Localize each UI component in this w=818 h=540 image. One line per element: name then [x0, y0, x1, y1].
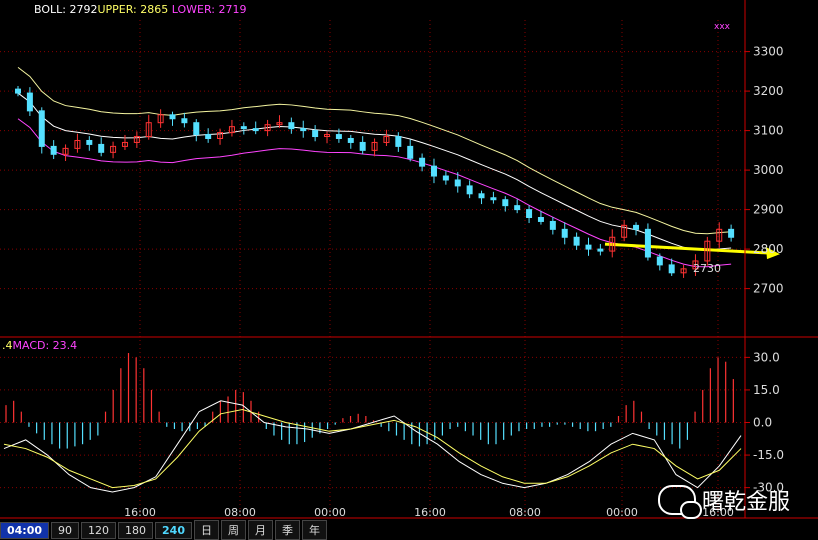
dif-line — [3, 400, 742, 493]
candle-body — [633, 224, 640, 230]
boll-value: BOLL: 2792 — [34, 3, 98, 16]
candle-body — [15, 88, 21, 94]
candle-body — [288, 122, 295, 130]
candle-body — [181, 118, 188, 124]
candle-body — [644, 228, 651, 258]
candle-body — [561, 228, 568, 238]
time-tick-label: 08:00 — [509, 506, 541, 519]
macd-panel — [3, 353, 742, 493]
candle-body — [430, 165, 437, 177]
macd-value: MACD: 23.4 — [12, 339, 78, 352]
candle-body — [335, 134, 342, 140]
tab-90[interactable]: 90 — [51, 521, 80, 539]
candle-body — [252, 128, 259, 132]
candle-body — [585, 244, 592, 250]
candle-body — [514, 205, 521, 211]
price-tick-label: 2800 — [753, 242, 784, 256]
tab-周[interactable]: 周 — [220, 520, 246, 540]
price-tick-label: 2900 — [753, 203, 784, 217]
candle-body — [573, 236, 580, 246]
candle-body — [597, 248, 604, 252]
candle-body — [205, 134, 212, 140]
price-tick-label: 3200 — [753, 84, 784, 98]
low-annotation: 2730 — [693, 262, 721, 275]
macd-tick-label: 30.0 — [753, 350, 780, 364]
candle-body — [442, 175, 449, 181]
candle-body — [193, 122, 200, 136]
wechat-icon — [657, 485, 702, 519]
time-tick-label: 00:00 — [314, 506, 346, 519]
watermark-text: 曙乾金服 — [701, 490, 790, 515]
macd-tick-label: -15.0 — [753, 448, 784, 462]
candle-body — [359, 141, 366, 151]
macd-legend: .4MACD: 23.4 — [2, 339, 77, 352]
candle-body — [347, 138, 354, 143]
candle-body — [300, 128, 307, 132]
candle-body — [728, 228, 735, 238]
candlesticks — [15, 85, 735, 278]
tab-季[interactable]: 季 — [274, 520, 300, 540]
candle-body — [478, 193, 485, 199]
candle-body — [50, 145, 57, 155]
price-tick-label: 3100 — [753, 124, 784, 138]
bollinger-bands — [17, 67, 780, 268]
candle-body — [419, 157, 426, 167]
candle-body — [86, 139, 93, 145]
tab-180[interactable]: 180 — [118, 521, 154, 539]
candle-body — [98, 143, 105, 153]
candle-body — [668, 264, 675, 274]
time-tick-label: 08:00 — [224, 506, 256, 519]
price-tick-label: 3300 — [753, 45, 784, 59]
macd-tick-label: 15.0 — [753, 383, 780, 397]
candle-body — [537, 217, 544, 222]
candle-body — [312, 130, 319, 138]
time-tick-label: 16:00 — [414, 506, 446, 519]
candle-body — [656, 256, 663, 266]
candle-body — [502, 199, 509, 207]
time-tick-label: 00:00 — [606, 506, 638, 519]
price-grid — [0, 20, 745, 515]
tab-120[interactable]: 120 — [81, 521, 117, 539]
tab-04:00[interactable]: 04:00 — [0, 521, 50, 539]
candle-body — [466, 185, 473, 195]
tab-月[interactable]: 月 — [247, 520, 273, 540]
candle-body — [26, 92, 33, 112]
period-tabs: 04:00 90 120 180 240 日周月季年 — [0, 520, 818, 540]
macd-prefix: .4 — [2, 339, 13, 352]
candle-body — [240, 126, 247, 130]
tab-240[interactable]: 240 — [155, 521, 192, 539]
price-tick-label: 2700 — [753, 282, 784, 296]
candle-body — [490, 197, 497, 201]
upper-value: UPPER: 2865 — [97, 3, 169, 16]
tab-年[interactable]: 年 — [301, 520, 327, 540]
time-tick-label: 16:00 — [124, 506, 156, 519]
marker-xxx: xxx — [714, 22, 730, 32]
tab-日[interactable]: 日 — [193, 520, 219, 540]
dea-line — [3, 408, 742, 489]
candle-body — [169, 114, 176, 120]
candle-body — [38, 110, 45, 147]
candle-body — [395, 136, 402, 147]
lower-value: LOWER: 2719 — [171, 3, 247, 16]
candle-body — [549, 220, 556, 230]
macd-tick-label: 0.0 — [753, 416, 772, 430]
boll-legend: BOLL: 2792UPPER: 2865 LOWER: 2719 — [34, 3, 246, 16]
watermark: 曙乾金服 — [657, 484, 790, 519]
candle-body — [526, 209, 533, 219]
candle-body — [407, 145, 414, 159]
candle-body — [454, 179, 461, 187]
price-tick-label: 3000 — [753, 163, 784, 177]
